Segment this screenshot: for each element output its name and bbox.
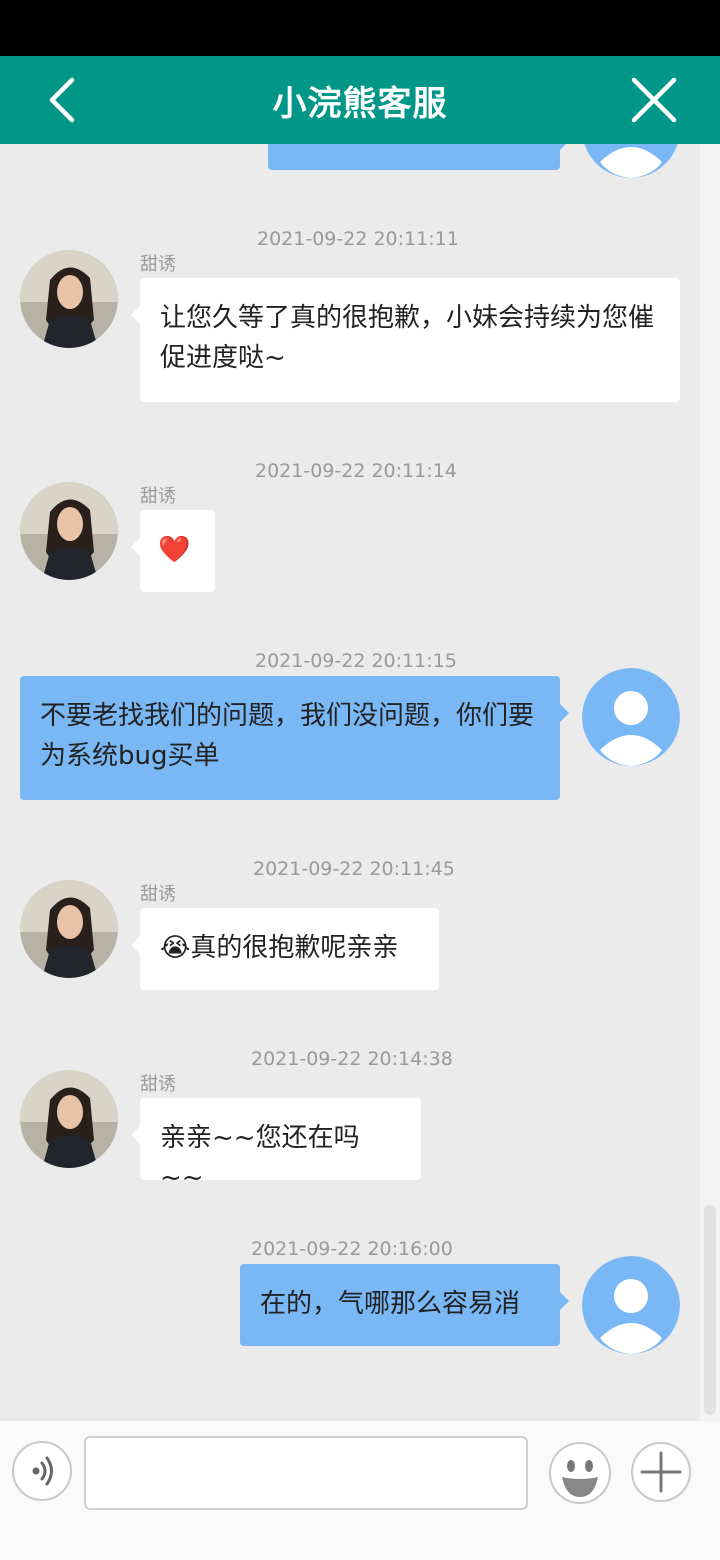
sender-name: 甜诱 xyxy=(140,884,176,905)
input-bar xyxy=(0,1421,720,1560)
message-bubble: 亲亲~~您还在吗~~ xyxy=(131,1098,421,1193)
message-bubble: ❤️ xyxy=(131,510,215,592)
plus-button[interactable] xyxy=(630,1441,692,1503)
message-bubble: 不要老找我们的问题，我们没问题，你们要为系统bug买单 xyxy=(20,676,569,800)
agent-avatar[interactable] xyxy=(20,1070,118,1168)
sender-name: 甜诱 xyxy=(140,254,176,275)
close-button[interactable] xyxy=(628,74,680,126)
user-avatar[interactable] xyxy=(582,1256,680,1354)
user-avatar xyxy=(582,144,680,178)
message-timestamp: 2021-09-22 20:11:11 xyxy=(257,228,459,250)
agent-avatar[interactable] xyxy=(20,880,118,978)
message-input[interactable] xyxy=(84,1436,528,1510)
plus-icon xyxy=(631,1442,691,1502)
emoji-icon xyxy=(549,1442,611,1504)
message-bubble-partial xyxy=(268,144,569,170)
message-bubble: 在的，气哪那么容易消 xyxy=(240,1264,569,1346)
agent-avatar[interactable] xyxy=(20,482,118,580)
back-button[interactable] xyxy=(40,74,92,126)
voice-button[interactable] xyxy=(12,1441,72,1501)
status-bar xyxy=(0,0,720,56)
agent-avatar[interactable] xyxy=(20,250,118,348)
scrollbar-thumb[interactable] xyxy=(704,1205,716,1415)
message-timestamp: 2021-09-22 20:16:00 xyxy=(251,1238,453,1260)
header-bar: 小浣熊客服 xyxy=(0,56,720,144)
user-avatar[interactable] xyxy=(582,668,680,766)
message-timestamp: 2021-09-22 20:14:38 xyxy=(251,1048,453,1070)
message-timestamp: 2021-09-22 20:11:45 xyxy=(253,858,455,880)
emoji-button[interactable] xyxy=(548,1441,612,1505)
message-timestamp: 2021-09-22 20:11:14 xyxy=(255,460,457,482)
chevron-left-icon xyxy=(49,77,75,123)
sender-name: 甜诱 xyxy=(140,486,176,507)
chat-message-list[interactable]: 2021-09-22 20:11:11 甜诱 让您久等了真的很抱歉，小妹会持续为… xyxy=(0,144,700,1421)
message-timestamp: 2021-09-22 20:11:15 xyxy=(255,650,457,672)
message-bubble: 😭真的很抱歉呢亲亲 xyxy=(131,908,439,990)
close-icon xyxy=(631,77,677,123)
message-bubble: 让您久等了真的很抱歉，小妹会持续为您催促进度哒~ xyxy=(131,278,680,402)
page-title: 小浣熊客服 xyxy=(272,83,448,124)
sender-name: 甜诱 xyxy=(140,1074,176,1095)
voice-icon xyxy=(32,1456,53,1486)
